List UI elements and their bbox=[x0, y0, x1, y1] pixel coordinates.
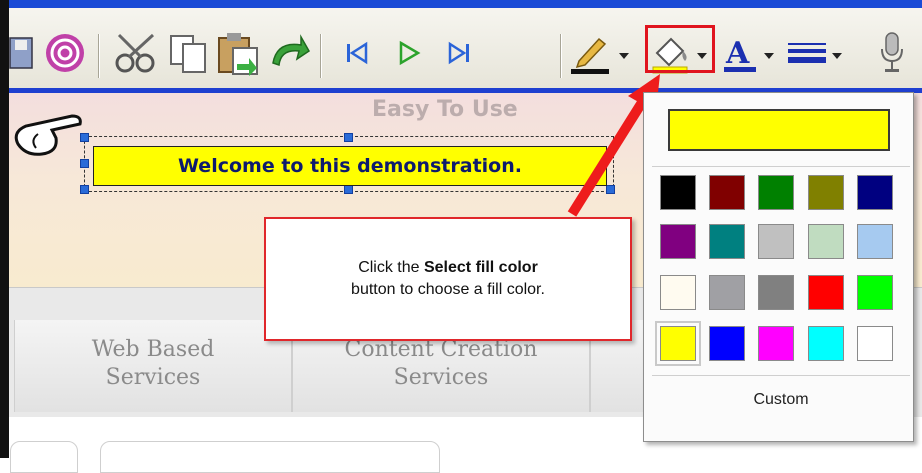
instruction-callout: Click the Select fill color button to ch… bbox=[264, 217, 632, 341]
color-swatch[interactable] bbox=[709, 175, 745, 210]
color-swatch[interactable] bbox=[758, 326, 794, 361]
content-tab[interactable] bbox=[10, 441, 78, 473]
resize-handle[interactable] bbox=[80, 133, 89, 142]
svg-text:A: A bbox=[725, 36, 750, 71]
window-left-edge bbox=[0, 0, 9, 458]
color-swatch[interactable] bbox=[857, 175, 893, 210]
line-color-icon[interactable] bbox=[566, 30, 634, 76]
text-box-content: Welcome to this demonstration. bbox=[178, 155, 522, 177]
color-swatch[interactable] bbox=[808, 224, 844, 259]
color-swatch[interactable] bbox=[857, 275, 893, 310]
color-swatch[interactable] bbox=[655, 321, 701, 366]
resize-handle[interactable] bbox=[344, 133, 353, 142]
fill-color-highlight bbox=[645, 25, 715, 73]
color-swatch[interactable] bbox=[857, 326, 893, 361]
play-icon[interactable] bbox=[383, 30, 433, 76]
cut-icon[interactable] bbox=[112, 30, 162, 76]
first-slide-icon[interactable] bbox=[332, 30, 382, 76]
color-swatch[interactable] bbox=[758, 224, 794, 259]
nav-item-label: Content Creation Services bbox=[344, 337, 538, 390]
toolbar: A bbox=[0, 8, 922, 93]
custom-color-button[interactable]: Custom bbox=[652, 380, 910, 420]
resize-handle[interactable] bbox=[606, 185, 615, 194]
nav-item-web-based-services[interactable]: Web Based Services bbox=[14, 320, 292, 412]
callout-text: Click the Select fill color button to ch… bbox=[351, 257, 545, 301]
callout-bold: Select fill color bbox=[423, 259, 538, 276]
microphone-icon[interactable] bbox=[872, 30, 912, 76]
color-swatch[interactable] bbox=[709, 224, 745, 259]
last-slide-icon[interactable] bbox=[434, 30, 484, 76]
toolbar-separator bbox=[320, 34, 322, 78]
nav-item-label: Web Based Services bbox=[91, 337, 215, 390]
toolbar-separator bbox=[560, 34, 562, 78]
color-swatch[interactable] bbox=[758, 175, 794, 210]
color-swatch[interactable] bbox=[660, 224, 696, 259]
color-swatch[interactable] bbox=[857, 224, 893, 259]
color-swatch[interactable] bbox=[808, 175, 844, 210]
color-swatch[interactable] bbox=[758, 275, 794, 310]
resize-handle[interactable] bbox=[344, 185, 353, 194]
banner-text: Easy To Use bbox=[372, 97, 518, 122]
toolbar-separator bbox=[98, 34, 100, 78]
line-style-icon[interactable] bbox=[786, 30, 846, 76]
save-icon[interactable] bbox=[9, 30, 35, 76]
color-swatch[interactable] bbox=[709, 275, 745, 310]
color-swatch[interactable] bbox=[660, 275, 696, 310]
window-top-strip bbox=[0, 0, 922, 8]
color-swatch[interactable] bbox=[660, 175, 696, 210]
current-fill-preview bbox=[668, 109, 890, 151]
callout-suffix: button to choose a fill color. bbox=[351, 281, 545, 298]
resize-handle[interactable] bbox=[80, 159, 89, 168]
font-color-icon[interactable]: A bbox=[722, 30, 780, 76]
callout-prefix: Click the bbox=[358, 259, 424, 276]
selected-text-box[interactable]: Welcome to this demonstration. bbox=[93, 146, 607, 186]
copy-icon[interactable] bbox=[166, 30, 210, 76]
resize-handle[interactable] bbox=[80, 185, 89, 194]
color-swatch[interactable] bbox=[709, 326, 745, 361]
content-tab[interactable] bbox=[100, 441, 440, 473]
undo-icon[interactable] bbox=[266, 30, 312, 76]
spiral-icon[interactable] bbox=[42, 30, 88, 76]
paste-icon[interactable] bbox=[214, 30, 262, 76]
color-swatch[interactable] bbox=[808, 275, 844, 310]
color-swatch[interactable] bbox=[808, 326, 844, 361]
